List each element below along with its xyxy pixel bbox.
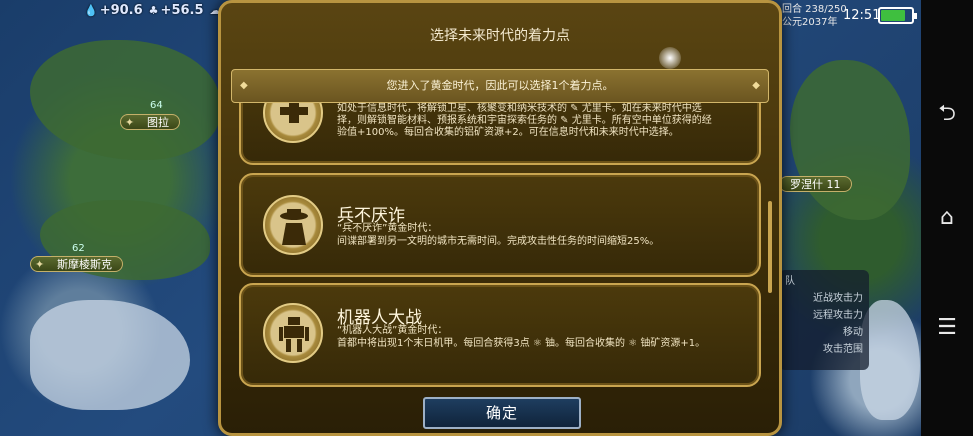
culture-icon: ♣	[148, 4, 159, 17]
card-description: 间谍部署到另一文明的城市无需时间。完成攻击性任务的时间缩短25%。	[337, 236, 660, 247]
turn-counter: 回合 238/250 公元2037年	[782, 3, 847, 29]
dialog-title: 选择未来时代的着力点	[430, 28, 570, 44]
ranged-strength-label: 远程攻击力	[813, 310, 863, 321]
card-subtitle: “机器人大战”黄金时代：	[337, 325, 448, 336]
unit-info-panel: 队 近战攻击力 远程攻击力 移动 攻击范围	[779, 270, 869, 370]
dedication-card[interactable]: 如处于信息时代，将解锁卫星、核聚变和纳米技术的 ✎ 尤里卡。如在未来时代中选择，…	[239, 103, 761, 165]
list-scrollbar[interactable]	[768, 201, 772, 293]
turn-text: 回合 238/250	[782, 4, 847, 15]
dialog-banner: 您进入了黄金时代，因此可以选择1个着力点。	[231, 69, 769, 103]
resource-bar: 💧+90.6 ♣+56.5 ☁2,	[84, 3, 237, 23]
resource-science[interactable]: 💧 +90.6	[84, 3, 143, 23]
clock: 12:51	[843, 8, 881, 23]
city-label-voronezh[interactable]: 罗涅什 11	[779, 176, 852, 192]
spy-icon	[263, 195, 323, 255]
map-ice	[30, 300, 190, 410]
card-subtitle: “兵不厌诈”黄金时代：	[337, 223, 438, 234]
light-glare	[659, 47, 681, 69]
menu-icon[interactable]: ☰	[933, 314, 961, 342]
melee-strength-label: 近战攻击力	[813, 293, 863, 304]
back-icon[interactable]: ⮌	[933, 100, 961, 128]
dedication-list[interactable]: 如处于信息时代，将解锁卫星、核聚变和纳米技术的 ✎ 尤里卡。如在未来时代中选择，…	[235, 103, 765, 389]
android-nav-bar: ⮌ ⌂ ☰	[921, 0, 973, 436]
card-description: 如处于信息时代，将解锁卫星、核聚变和纳米技术的 ✎ 尤里卡。如在未来时代中选择，…	[337, 103, 712, 138]
civ-emblem-icon: ✦	[35, 258, 45, 271]
satellite-icon	[263, 103, 323, 143]
city-population: 62	[72, 243, 85, 254]
science-icon: 💧	[84, 4, 98, 17]
golden-age-dialog: 选择未来时代的着力点 您进入了黄金时代，因此可以选择1个着力点。 如处于信息时代…	[218, 0, 782, 436]
unit-panel-header: 队	[785, 276, 795, 287]
confirm-button[interactable]: 确定	[423, 397, 581, 429]
year-text: 公元2037年	[782, 17, 838, 28]
civ-emblem-icon: ✦	[125, 116, 135, 129]
city-population: 11	[826, 178, 841, 191]
city-name: 图拉	[147, 116, 169, 129]
battery-fill	[881, 10, 905, 21]
city-population: 64	[150, 100, 163, 111]
map-land	[30, 40, 220, 160]
home-icon[interactable]: ⌂	[933, 204, 961, 232]
battery-icon	[878, 7, 917, 24]
dedication-card[interactable]: 机器人大战 “机器人大战”黄金时代： 首都中将出现1个末日机甲。每回合获得3点 …	[239, 283, 761, 387]
card-description: 首都中将出现1个末日机甲。每回合获得3点 ⚛ 铀。每回合收集的 ⚛ 铀矿资源+1…	[337, 338, 706, 349]
dedication-card[interactable]: 兵不厌诈 “兵不厌诈”黄金时代： 间谍部署到另一文明的城市无需时间。完成攻击性任…	[239, 173, 761, 277]
city-name: 斯摩棱斯克	[57, 258, 112, 271]
range-label: 攻击范围	[823, 344, 863, 355]
city-label-tula[interactable]: ✦ 图拉	[120, 114, 180, 130]
map-land	[790, 60, 910, 220]
city-name: 罗涅什	[790, 178, 823, 191]
map-ice	[860, 300, 920, 420]
city-label-smolensk[interactable]: ✦ 斯摩棱斯克	[30, 256, 123, 272]
robot-icon	[263, 303, 323, 363]
movement-label: 移动	[843, 327, 863, 338]
resource-culture[interactable]: ♣ +56.5	[149, 3, 204, 23]
